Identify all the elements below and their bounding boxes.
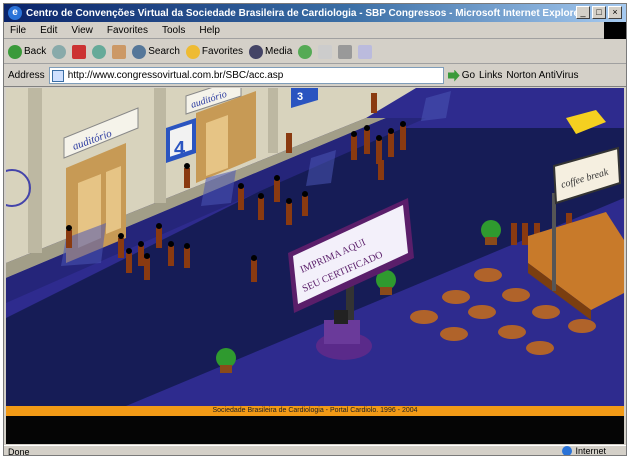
- back-label: Back: [24, 46, 47, 57]
- menu-file[interactable]: File: [10, 25, 26, 36]
- room-number-3: 3: [297, 91, 303, 103]
- site-footer: Sociedade Brasileira de Cardiologia - Po…: [6, 406, 624, 416]
- footer-text: Sociedade Brasileira de Cardiologia - Po…: [212, 407, 418, 414]
- go-arrow-icon: [447, 69, 460, 82]
- virtual-convention-scene[interactable]: auditório auditório 4 3 IMPRIMA AQUI SEU…: [6, 88, 624, 406]
- home-button[interactable]: [112, 44, 127, 59]
- search-label: Search: [148, 46, 180, 57]
- window-title: Centro de Convenções Virtual da Sociedad…: [26, 7, 583, 19]
- history-button[interactable]: [298, 44, 313, 59]
- media-button[interactable]: Media: [249, 44, 293, 59]
- print-button[interactable]: [338, 44, 353, 59]
- back-button[interactable]: Back: [8, 44, 47, 59]
- links-label[interactable]: Links: [479, 70, 502, 81]
- go-button[interactable]: Go: [447, 69, 476, 82]
- history-icon: [298, 44, 313, 59]
- close-button[interactable]: ×: [608, 6, 622, 19]
- norton-antivirus-button[interactable]: Norton AntiVirus: [506, 70, 578, 81]
- home-icon: [112, 44, 127, 59]
- ie-logo-icon: e: [8, 6, 22, 20]
- chat-panel[interactable]: [6, 416, 624, 444]
- favorites-button[interactable]: Favorites: [185, 44, 244, 59]
- menu-edit[interactable]: Edit: [40, 25, 57, 36]
- menu-favorites[interactable]: Favorites: [107, 25, 148, 36]
- refresh-button[interactable]: [92, 44, 107, 59]
- back-arrow-icon: [8, 44, 22, 59]
- menu-tools[interactable]: Tools: [162, 25, 185, 36]
- security-zone: Internet: [562, 446, 606, 456]
- address-label: Address: [8, 70, 45, 81]
- edit-button[interactable]: [358, 44, 373, 59]
- address-bar: Address http://www.congressovirtual.com.…: [4, 65, 626, 87]
- title-bar: e Centro de Convenções Virtual da Socied…: [4, 4, 626, 22]
- media-label: Media: [265, 46, 293, 57]
- refresh-icon: [92, 44, 107, 59]
- menu-view[interactable]: View: [71, 25, 93, 36]
- scene-canvas[interactable]: auditório auditório 4 3 IMPRIMA AQUI SEU…: [6, 88, 624, 406]
- status-text: Done: [8, 446, 30, 456]
- forward-button[interactable]: [52, 44, 67, 59]
- address-input[interactable]: http://www.congressovirtual.com.br/SBC/a…: [48, 67, 444, 84]
- minimize-button[interactable]: _: [576, 6, 590, 19]
- status-bar: Done Internet: [4, 445, 626, 456]
- menu-help[interactable]: Help: [199, 25, 220, 36]
- standard-toolbar: Back Search Favorites Media: [4, 40, 626, 64]
- address-url: http://www.congressovirtual.com.br/SBC/a…: [67, 70, 284, 81]
- media-icon: [249, 44, 264, 59]
- search-icon: [132, 44, 147, 59]
- stop-icon: [72, 44, 87, 59]
- room-number-4: 4: [174, 138, 186, 160]
- maximize-button[interactable]: □: [592, 6, 606, 19]
- browser-window: e Centro de Convenções Virtual da Socied…: [3, 3, 627, 456]
- mail-button[interactable]: [318, 44, 333, 59]
- globe-icon: [562, 446, 573, 455]
- edit-icon: [358, 44, 373, 59]
- go-label: Go: [461, 70, 476, 81]
- stop-button[interactable]: [72, 44, 87, 59]
- star-icon: [185, 44, 200, 59]
- print-icon: [338, 44, 353, 59]
- page-icon: [51, 70, 64, 82]
- menu-bar: File Edit View Favorites Tools Help: [4, 22, 626, 39]
- mail-icon: [318, 44, 333, 59]
- windows-flag-icon: [604, 22, 626, 39]
- favorites-label: Favorites: [201, 46, 244, 57]
- zone-label: Internet: [575, 446, 606, 456]
- search-button[interactable]: Search: [132, 44, 180, 59]
